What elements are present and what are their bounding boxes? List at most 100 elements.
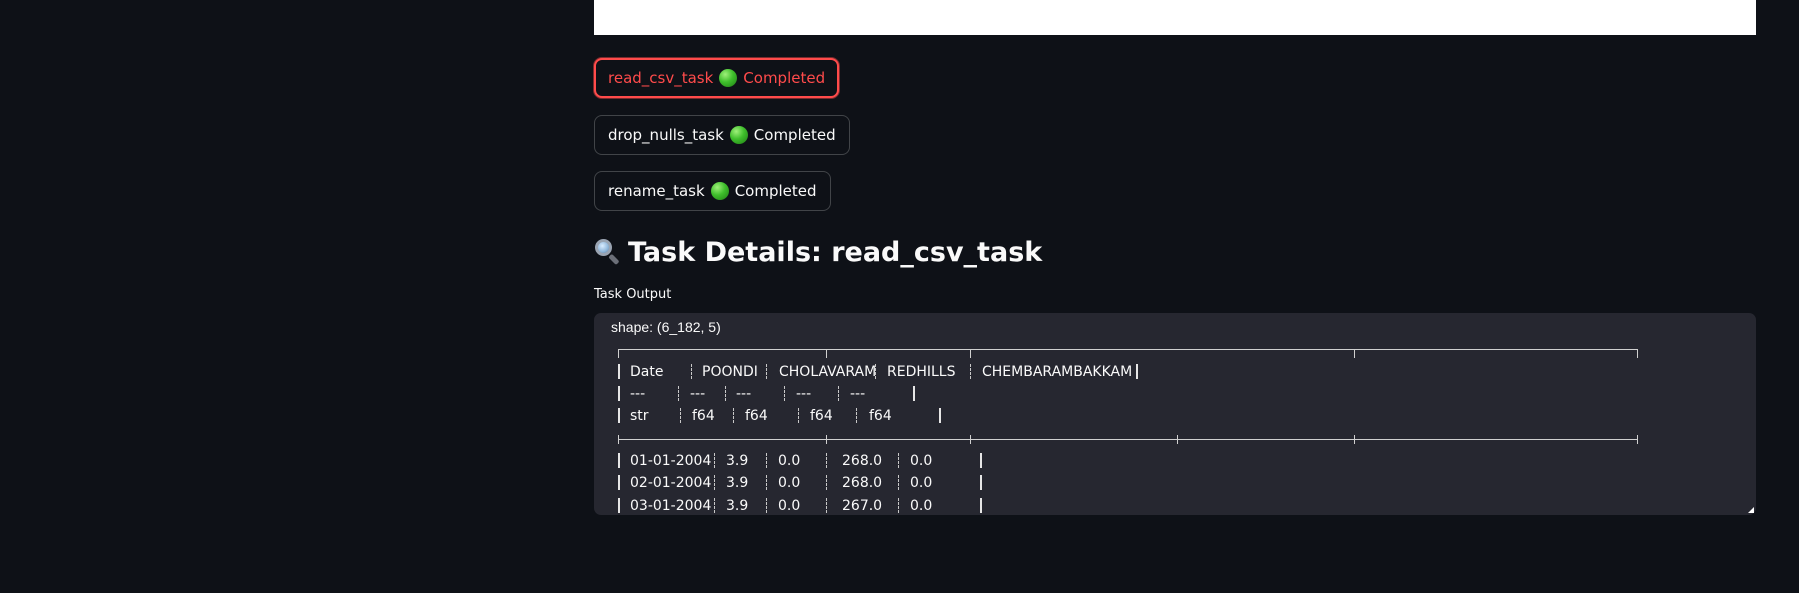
task-details-title: Task Details: read_csv_task [628,236,1043,268]
task-details-heading: Task Details: read_csv_task [594,232,1042,272]
separator-cell: --- [850,386,866,402]
cell-divider [691,364,692,379]
column-header: REDHILLS [887,364,956,380]
cell-divider [714,453,715,468]
cell-divider [725,386,726,401]
border-tick [826,435,827,444]
task-button-drop-nulls[interactable]: drop_nulls_task Completed [594,115,850,155]
task-status: Completed [734,182,817,200]
column-header: POONDI [702,364,758,380]
cell-divider [856,408,857,423]
date-cell: 01-01-2004 [630,453,712,469]
border-tick [970,349,971,358]
app-page: read_csv_task Completed drop_nulls_task … [0,0,1799,593]
row-border [618,364,620,379]
task-output-code-block[interactable]: shape: (6_182, 5) Date POONDI CHOLAVARAM… [594,313,1756,515]
row-border [618,475,620,490]
cell-divider [826,453,827,468]
task-button-rename[interactable]: rename_task Completed [594,171,831,211]
dtype-cell: f64 [810,408,833,424]
row-border [913,386,915,401]
border-tick [1354,435,1355,444]
cell-divider [898,453,899,468]
task-name: read_csv_task [608,69,714,87]
cell-divider [826,475,827,490]
dtype-cell: str [630,408,649,424]
cell-divider [898,498,899,513]
row-border [1136,364,1138,379]
cell-divider [678,386,679,401]
row-border [618,386,620,401]
row-border [980,475,982,490]
green-circle-icon [710,182,729,200]
column-header: CHEMBARAMBAKKAM [982,364,1133,380]
row-border [980,498,982,513]
row-border [618,408,620,423]
border-tick [1637,349,1638,358]
task-status: Completed [743,69,826,87]
cell-divider [798,408,799,423]
cell-divider [875,364,876,379]
cell-divider [898,475,899,490]
cell-divider [970,364,971,379]
table-header-divider [618,439,1638,440]
green-circle-icon [719,69,738,87]
task-name: drop_nulls_task [608,126,724,144]
dtype-cell: f64 [692,408,715,424]
border-tick [1354,349,1355,358]
task-output-label: Task Output [594,287,672,302]
cell-divider [838,386,839,401]
date-cell: 03-01-2004 [630,498,712,514]
redhills-cell: 267.0 [842,498,883,514]
column-header: CHOLAVARAM [779,364,877,380]
cell-divider [714,475,715,490]
column-header: Date [630,364,664,380]
separator-cell: --- [796,386,812,402]
cell-divider [826,498,827,513]
dtype-cell: f64 [869,408,892,424]
separator-cell: --- [736,386,752,402]
border-tick [618,349,619,358]
chembarambakkam-cell: 0.0 [910,475,933,491]
separator-cell: --- [630,386,646,402]
cholavaram-cell: 0.0 [778,453,801,469]
cell-divider [766,453,767,468]
chembarambakkam-cell: 0.0 [910,453,933,469]
poondi-cell: 3.9 [726,498,749,514]
cholavaram-cell: 0.0 [778,475,801,491]
border-tick [970,435,971,444]
magnifying-glass-icon [594,238,622,266]
cell-divider [733,408,734,423]
chembarambakkam-cell: 0.0 [910,498,933,514]
border-tick [618,435,619,444]
border-tick [1637,435,1638,444]
poondi-cell: 3.9 [726,475,749,491]
cell-divider [680,408,681,423]
redhills-cell: 268.0 [842,453,883,469]
previous-output-box [594,0,1756,35]
cell-divider [766,498,767,513]
cell-divider [766,475,767,490]
green-circle-icon [729,126,748,144]
row-border [618,453,620,468]
cholavaram-cell: 0.0 [778,498,801,514]
cell-divider [784,386,785,401]
task-status: Completed [753,126,836,144]
border-tick [826,349,827,358]
row-border [939,408,941,423]
table-top-border [618,349,1638,350]
resize-handle[interactable] [1748,507,1754,513]
row-border [980,453,982,468]
shape-line: shape: (6_182, 5) [611,319,721,335]
redhills-cell: 268.0 [842,475,883,491]
task-button-read-csv[interactable]: read_csv_task Completed [594,58,840,98]
separator-cell: --- [690,386,706,402]
task-name: rename_task [608,182,705,200]
poondi-cell: 3.9 [726,453,749,469]
border-tick [1177,435,1178,444]
date-cell: 02-01-2004 [630,475,712,491]
cell-divider [766,364,767,379]
row-border [618,498,620,513]
dtype-cell: f64 [745,408,768,424]
cell-divider [714,498,715,513]
